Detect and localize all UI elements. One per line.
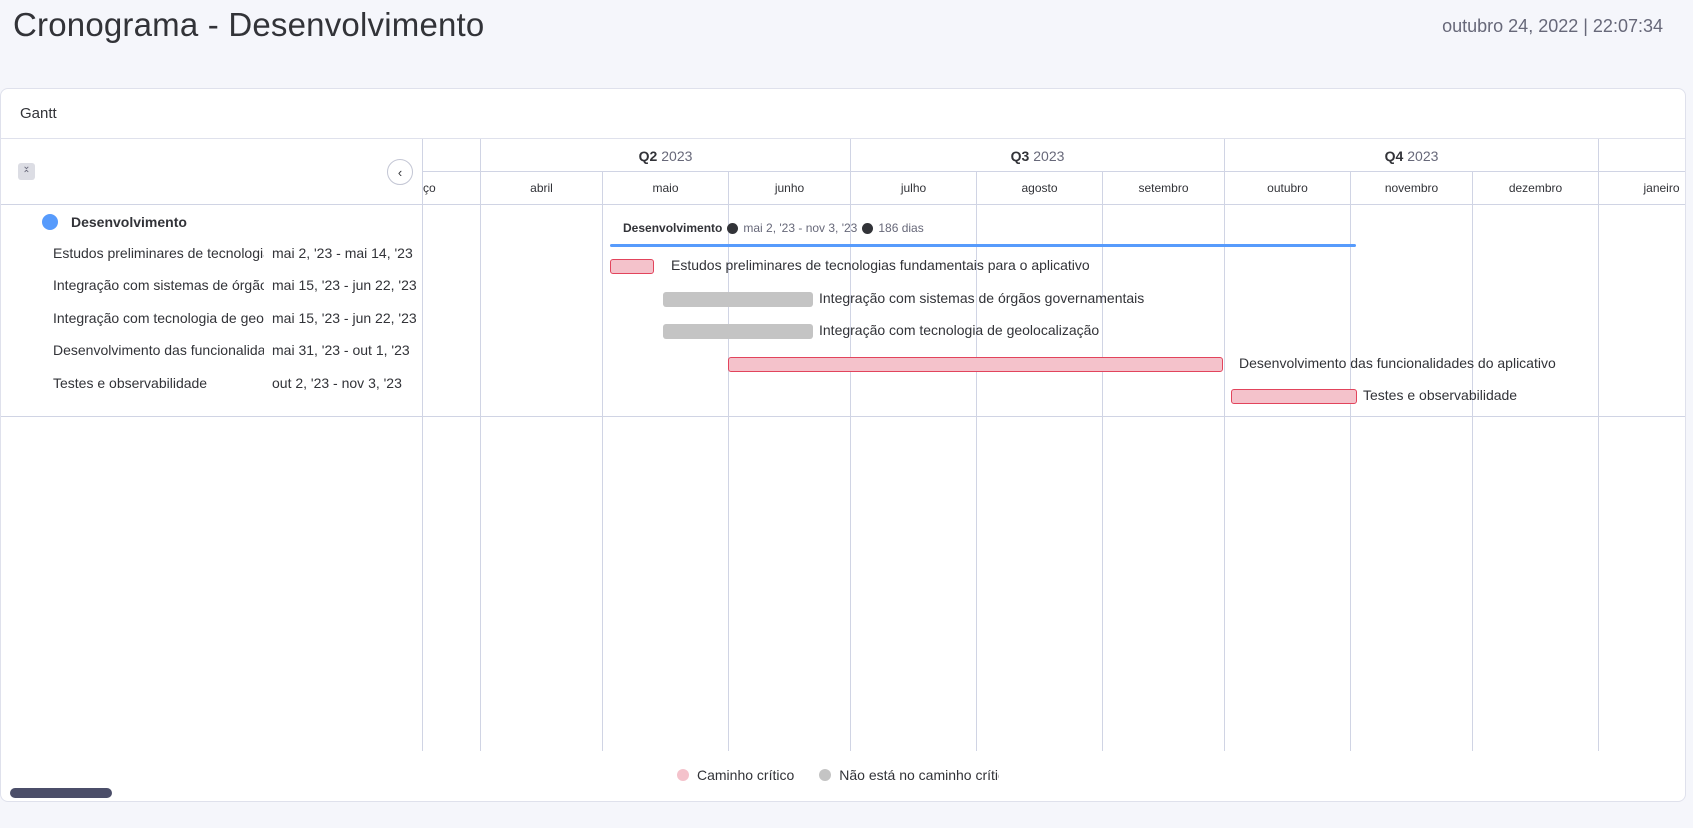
- month-cell: agosto: [976, 172, 1102, 204]
- dot-separator-icon: [727, 222, 739, 234]
- legend: Caminho crítico Não está no caminho crít…: [677, 767, 999, 783]
- task-list-panel: ⌄ ⌃ ‹ Desenvolvimento Estudos preliminare…: [1, 139, 423, 798]
- task-dates: mai 31, '23 - out 1, '23: [272, 342, 410, 358]
- quarter-header: Q2 2023 Q3 2023 Q4 2023: [423, 139, 1685, 172]
- task-name: Desenvolvimento das funcionalidades do a…: [53, 342, 264, 358]
- gantt-widget: Gantt ⌄ ⌃ ‹ Desenvolvimento Estudos preli…: [0, 88, 1686, 802]
- quarter-cell: [1598, 139, 1685, 172]
- grid-line: [480, 205, 481, 751]
- task-row[interactable]: Integração com tecnologia de geolocaliza…: [1, 302, 422, 334]
- month-header: ço abril maio junho julho agosto setembr…: [423, 172, 1685, 205]
- month-cell: setembro: [1102, 172, 1224, 204]
- task-row[interactable]: Estudos preliminares de tecnologias fund…: [1, 237, 422, 269]
- task-bar-label: Estudos preliminares de tecnologias fund…: [671, 257, 1090, 273]
- quarter-cell: Q2 2023: [480, 139, 850, 172]
- task-row[interactable]: Integração com sistemas de órgãos govern…: [1, 269, 422, 301]
- grid-line: [850, 205, 851, 751]
- group-summary-label: Desenvolvimento mai 2, '23 - nov 3, '23 …: [623, 221, 924, 235]
- month-cell: dezembro: [1472, 172, 1598, 204]
- task-dates: out 2, '23 - nov 3, '23: [272, 375, 402, 391]
- task-name: Integração com tecnologia de geolocaliza…: [53, 310, 264, 326]
- task-bar-label: Desenvolvimento das funcionalidades do a…: [1239, 355, 1556, 371]
- legend-dot-icon: [819, 769, 832, 781]
- rows-divider: [1, 416, 1685, 417]
- page-title: Cronograma - Desenvolvimento: [13, 6, 485, 43]
- month-cell: novembro: [1350, 172, 1472, 204]
- month-cell: julho: [850, 172, 976, 204]
- task-row[interactable]: Desenvolvimento das funcionalidades do a…: [1, 334, 422, 366]
- grid-line: [1598, 205, 1599, 751]
- task-dates: mai 2, '23 - mai 14, '23: [272, 245, 413, 261]
- task-dates: mai 15, '23 - jun 22, '23: [272, 277, 417, 293]
- grid-line: [1224, 205, 1225, 751]
- task-bar-label: Testes e observabilidade: [1363, 387, 1518, 403]
- task-name: Testes e observabilidade: [53, 375, 208, 391]
- task-bar-label: Integração com sistemas de órgãos govern…: [819, 290, 1145, 306]
- task-name: Estudos preliminares de tecnologias fund…: [53, 245, 264, 261]
- widget-header: Gantt: [1, 89, 1685, 139]
- group-color-dot: [42, 214, 58, 230]
- widget-title: Gantt: [20, 105, 57, 122]
- group-name: Desenvolvimento: [71, 214, 187, 230]
- task-list-header: ⌄ ⌃ ‹: [1, 139, 422, 205]
- dot-separator-icon: [862, 222, 874, 234]
- quarter-cell: Q3 2023: [850, 139, 1224, 172]
- task-bar[interactable]: [663, 324, 813, 339]
- task-bar-label: Integração com tecnologia de geolocaliza…: [819, 322, 1100, 338]
- grid-line: [976, 205, 977, 751]
- quarter-cell: Q4 2023: [1224, 139, 1598, 172]
- grid-line: [1472, 205, 1473, 751]
- task-dates: mai 15, '23 - jun 22, '23: [272, 310, 417, 326]
- month-cell: janeiro: [1598, 172, 1685, 204]
- collapse-all-icon[interactable]: ⌄ ⌃: [18, 162, 35, 180]
- legend-dot-icon: [677, 769, 689, 781]
- timeline-panel[interactable]: Q2 2023 Q3 2023 Q4 2023 ço abril maio junho…: [423, 139, 1685, 751]
- month-cell: ço: [423, 181, 436, 195]
- grid-line: [1102, 205, 1103, 751]
- summary-name: Desenvolvimento: [623, 221, 723, 235]
- month-cell: maio: [602, 172, 728, 204]
- quarter-cell: [423, 139, 480, 172]
- group-summary-bar[interactable]: [610, 244, 1356, 247]
- collapse-panel-button[interactable]: ‹: [387, 159, 413, 185]
- horizontal-scrollbar[interactable]: [10, 788, 112, 798]
- task-bar[interactable]: [1231, 389, 1357, 404]
- summary-duration: 186 dias: [878, 221, 924, 235]
- summary-dates: mai 2, '23 - nov 3, '23: [743, 221, 858, 235]
- grid-line: [602, 205, 603, 751]
- month-cell: abril: [480, 172, 602, 204]
- grid-line: [728, 205, 729, 751]
- month-cell: junho: [728, 172, 850, 204]
- legend-item-non-critical[interactable]: Não está no caminho crítico: [819, 767, 999, 783]
- grid-line: [1350, 205, 1351, 751]
- task-bar[interactable]: [663, 292, 813, 307]
- legend-label: Não está no caminho crítico: [839, 767, 1000, 783]
- task-name: Integração com sistemas de órgãos govern…: [53, 277, 264, 293]
- group-row[interactable]: Desenvolvimento: [1, 205, 422, 237]
- task-row[interactable]: Testes e observabilidade out 2, '23 - no…: [1, 367, 422, 399]
- month-cell: outubro: [1224, 172, 1350, 204]
- timestamp: outubro 24, 2022 | 22:07:34: [1442, 16, 1663, 36]
- legend-item-critical[interactable]: Caminho crítico: [677, 767, 794, 783]
- legend-label: Caminho crítico: [697, 767, 795, 783]
- task-bar[interactable]: [610, 259, 654, 274]
- chevron-left-icon: ‹: [397, 164, 403, 180]
- task-bar[interactable]: [728, 357, 1223, 372]
